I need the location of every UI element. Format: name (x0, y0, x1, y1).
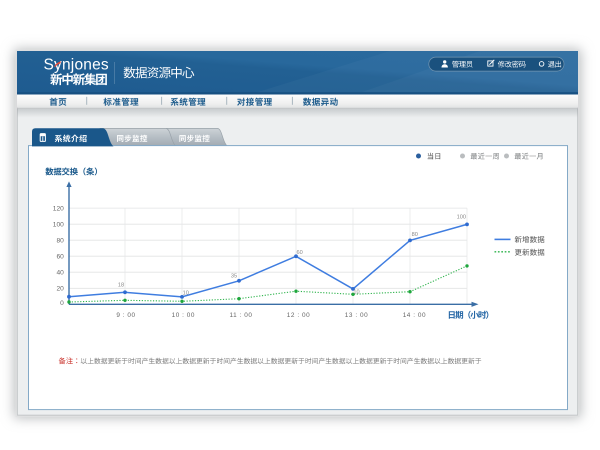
svg-text:10: 10 (183, 291, 189, 297)
svg-text:9 : 00: 9 : 00 (116, 312, 135, 319)
svg-text:10: 10 (353, 290, 359, 296)
svg-text:120: 120 (53, 205, 64, 212)
svg-text:18: 18 (118, 282, 124, 288)
svg-text:0: 0 (60, 300, 64, 307)
svg-text:80: 80 (412, 232, 418, 238)
svg-text:60: 60 (56, 253, 64, 260)
svg-text:Synjones: Synjones (44, 57, 109, 74)
svg-text:20: 20 (56, 286, 64, 293)
svg-text:40: 40 (56, 269, 64, 276)
svg-text:100: 100 (457, 215, 466, 221)
svg-text:80: 80 (56, 237, 64, 244)
svg-text:11 : 00: 11 : 00 (230, 312, 253, 319)
svg-text:100: 100 (53, 221, 64, 228)
svg-text:14 : 00: 14 : 00 (403, 312, 426, 319)
svg-text:10 : 00: 10 : 00 (172, 312, 195, 319)
svg-text:13 : 00: 13 : 00 (345, 312, 368, 319)
svg-text:12 : 00: 12 : 00 (287, 312, 310, 319)
svg-text:60: 60 (296, 250, 302, 256)
svg-text:35: 35 (231, 273, 237, 279)
